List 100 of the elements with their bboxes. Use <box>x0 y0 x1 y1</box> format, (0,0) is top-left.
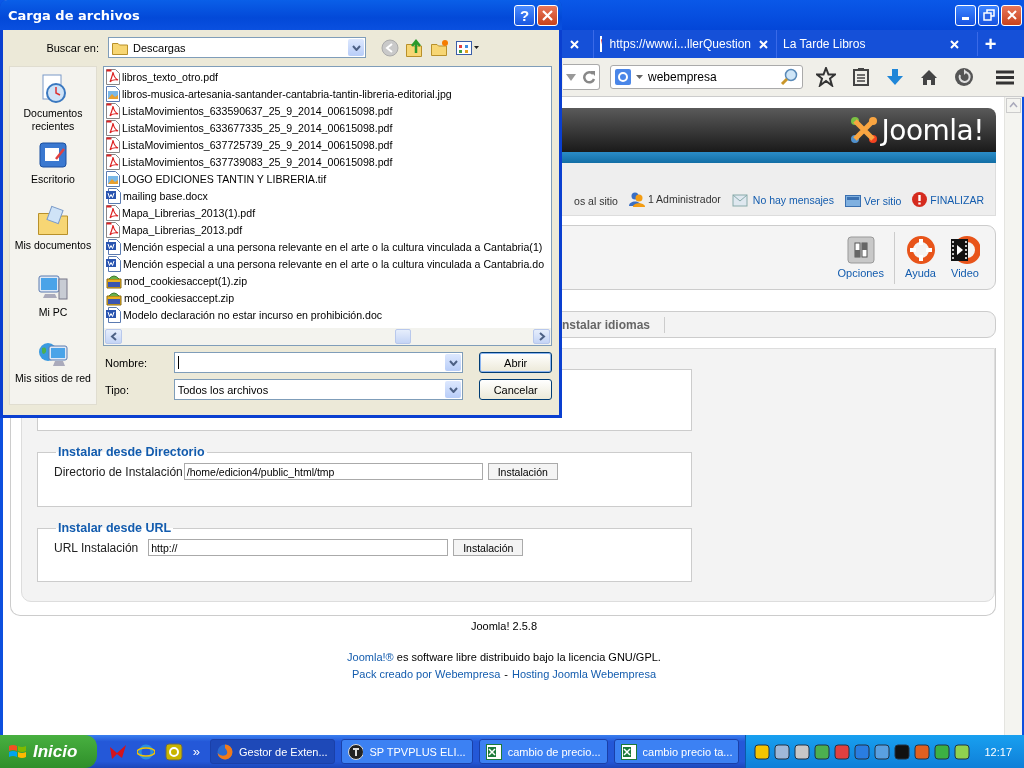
view-menu-icon[interactable] <box>456 39 480 56</box>
horizontal-scrollbar[interactable] <box>104 328 551 345</box>
place-item[interactable]: Mis sitios de red <box>10 337 96 404</box>
file-item[interactable]: ListaMovimientos_637739083_25_9_2014_00615098.pdf <box>106 153 551 170</box>
close-button[interactable] <box>1001 4 1022 26</box>
place-item[interactable]: Mis documentos <box>10 205 96 272</box>
dropdown-icon[interactable] <box>566 73 576 81</box>
scroll-right-icon[interactable] <box>533 329 550 344</box>
up-folder-icon[interactable] <box>406 38 424 57</box>
file-item[interactable]: Mención especial a una persona relevante en el arte o la cultura vinculada a Cantabria(1) <box>106 238 551 255</box>
open-button[interactable]: Abrir <box>479 352 552 373</box>
cancel-button[interactable]: Cancelar <box>479 379 552 400</box>
file-item[interactable]: libros_texto_otro.pdf <box>106 68 551 85</box>
home-icon[interactable] <box>920 68 938 86</box>
input-field[interactable]: http:// <box>148 539 449 556</box>
file-item[interactable]: ListaMovimientos_637725739_25_9_2014_00615098.pdf <box>106 136 551 153</box>
file-item[interactable]: LOGO EDICIONES TANTIN Y LIBRERIA.tif <box>106 170 551 187</box>
file-item[interactable]: Mención especial a una persona relevante en el arte o la cultura vinculada a Cantabria.do <box>106 255 551 272</box>
place-item[interactable]: Documentos recientes <box>10 73 96 140</box>
close-tab-icon[interactable] <box>950 39 959 49</box>
document-file-icon <box>106 306 121 323</box>
status-text[interactable]: Ver sitio <box>863 195 902 207</box>
joomla-link[interactable]: Joomla!® <box>347 651 394 663</box>
clipboard-icon[interactable] <box>852 68 870 86</box>
clock-text: 12:17 <box>984 745 1012 758</box>
menu-icon[interactable] <box>996 69 1014 85</box>
folder-icon <box>37 205 69 238</box>
circle-app-icon <box>347 743 364 760</box>
taskbar-button[interactable]: cambio precio ta... <box>613 739 740 764</box>
status-text[interactable]: No hay mensajes <box>752 194 834 206</box>
toolbar-button[interactable]: Ayuda <box>898 236 943 279</box>
taskbar-button[interactable]: cambio de precio... <box>478 739 608 764</box>
file-name-field[interactable] <box>173 352 464 373</box>
vertical-scrollbar[interactable] <box>1004 97 1022 735</box>
install-button[interactable]: Instalación <box>453 539 524 556</box>
file-item[interactable]: ListaMovimientos_633590637_25_9_2014_00615098.pdf <box>106 102 551 119</box>
close-button[interactable] <box>537 4 558 26</box>
caret-icon <box>636 75 643 79</box>
restore-button[interactable] <box>978 4 999 26</box>
credit-link[interactable]: Hosting Joomla Webempresa <box>511 668 657 680</box>
zip-file-icon <box>106 272 122 289</box>
submenu-tab[interactable]: nstalar idiomas <box>562 317 665 332</box>
file-item[interactable]: Modelo declaración no estar incurso en prohibición.doc <box>106 306 551 323</box>
search-engine-icon[interactable] <box>615 69 631 85</box>
media-icon[interactable] <box>164 742 183 761</box>
new-tab-button[interactable]: + <box>977 32 1003 56</box>
document-file-icon <box>106 238 121 255</box>
status-text: 1 Administrador <box>647 193 721 205</box>
reload-icon[interactable] <box>582 70 596 84</box>
search-icon[interactable] <box>780 68 798 86</box>
section-title: Instalar desde URL <box>57 521 173 535</box>
scroll-left-icon[interactable] <box>105 329 122 344</box>
input-field[interactable]: /home/edicion4/public_html/tmp <box>183 463 483 480</box>
file-item[interactable]: Mapa_Librerias_2013.pdf <box>106 221 551 238</box>
place-item[interactable]: Mi PC <box>10 271 96 338</box>
install-button[interactable]: Instalación <box>487 463 558 480</box>
firefox-icon <box>217 743 233 760</box>
joomla-logo-icon <box>848 115 879 145</box>
taskbar-button[interactable]: Gestor de Exten... <box>210 739 335 764</box>
help-button[interactable]: ? <box>514 4 535 26</box>
credit-link[interactable]: Pack creado por Webempresa <box>351 668 501 680</box>
restore-icon <box>982 9 995 21</box>
search-field[interactable]: webempresa <box>610 65 803 89</box>
toolbar-button[interactable]: Video <box>943 236 987 279</box>
close-icon <box>1005 9 1018 21</box>
file-item[interactable]: Mapa_Librerias_2013(1).pdf <box>106 204 551 221</box>
history-icon[interactable] <box>954 67 974 87</box>
joomla-logo: Joomla! <box>848 113 984 147</box>
taskbar-button[interactable]: SP TPVPLUS ELI... <box>340 739 473 764</box>
lifebuoy-icon <box>906 236 935 264</box>
file-item[interactable]: mailing base.docx <box>106 187 551 204</box>
status-text[interactable]: FINALIZAR <box>930 193 984 206</box>
close-tab-icon[interactable] <box>570 39 579 49</box>
version-text: Joomla! 2.5.8 <box>470 620 537 632</box>
text-cursor <box>177 356 179 369</box>
scroll-thumb[interactable] <box>395 329 411 344</box>
document-file-icon <box>106 187 121 204</box>
star-icon[interactable] <box>816 67 836 87</box>
more-button[interactable]: » <box>192 744 200 759</box>
field-label: Directorio de Instalación <box>54 464 183 479</box>
users-icon <box>628 191 645 207</box>
folder-icon <box>112 40 128 55</box>
close-tab-icon[interactable] <box>759 39 768 49</box>
file-item[interactable]: ListaMovimientos_633677335_25_9_2014_00615098.pdf <box>106 119 551 136</box>
url-field-end[interactable] <box>563 64 600 90</box>
spreadsheet-icon <box>485 743 502 760</box>
windows-flag-icon <box>8 742 28 761</box>
folder-dropdown[interactable]: Descargas <box>108 37 366 58</box>
separator-text: - <box>504 668 508 680</box>
section-title: Instalar desde Directorio <box>57 445 206 459</box>
file-item[interactable]: libros-musica-artesania-santander-cantabria-tantin-libreria-editorial.jpg <box>106 85 551 102</box>
file-item[interactable]: mod_cookiesaccept.zip <box>106 289 551 306</box>
alert-icon <box>912 192 928 207</box>
browser-e-icon[interactable] <box>136 742 155 761</box>
file-item[interactable]: mod_cookiesaccept(1).zip <box>106 272 551 289</box>
toolbar-button[interactable]: Opciones <box>830 236 891 279</box>
download-icon[interactable] <box>886 68 904 86</box>
place-item[interactable]: Escritorio <box>10 139 96 206</box>
file-type-dropdown[interactable]: Todos los archivos <box>173 379 464 400</box>
minimize-button[interactable] <box>955 4 976 26</box>
